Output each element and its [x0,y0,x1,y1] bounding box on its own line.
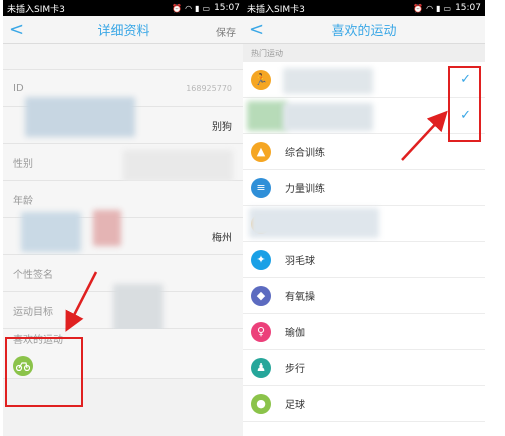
annotation-arrows [65,110,448,332]
arrow-to-favorite [65,271,98,332]
arrow-to-checks [401,110,448,161]
